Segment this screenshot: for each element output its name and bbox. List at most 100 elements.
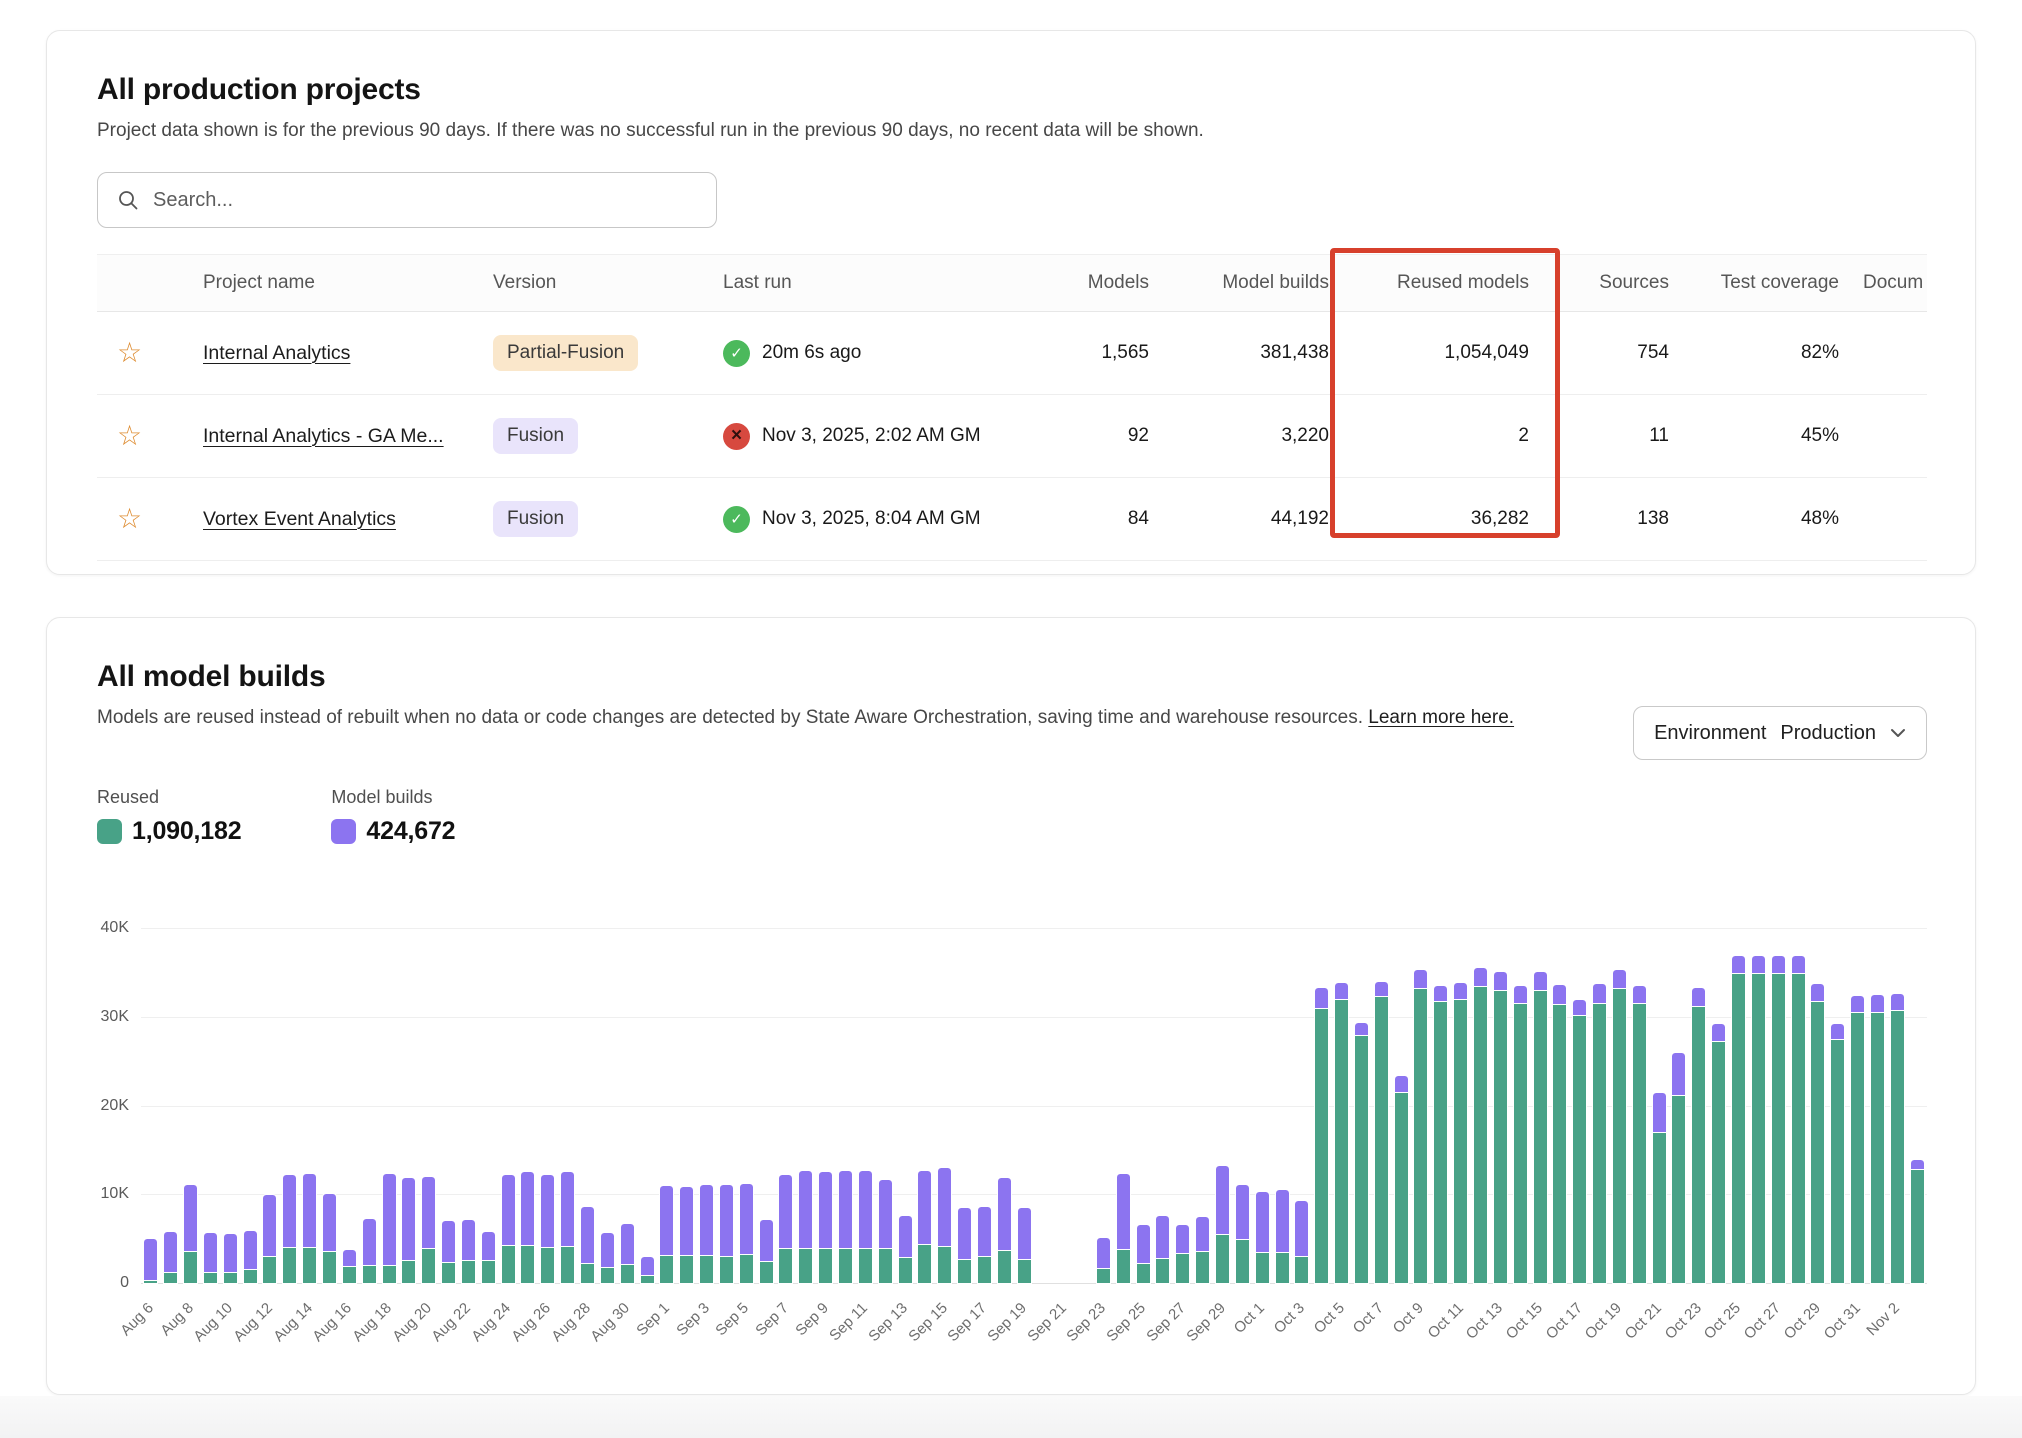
bar-builds-segment	[879, 1180, 892, 1248]
bar-reused-segment	[1811, 1001, 1824, 1283]
x-tick-label: Aug 26	[508, 1299, 554, 1345]
x-tick-label: Oct 31	[1820, 1299, 1863, 1342]
bar-builds-segment	[1871, 995, 1884, 1012]
bar-builds-segment	[1633, 986, 1646, 1003]
bar-reused-segment	[1712, 1041, 1725, 1283]
model-builds-cell: 3,220	[1161, 402, 1341, 470]
reused-cell: 2	[1341, 402, 1541, 470]
bar-reused-segment	[482, 1260, 495, 1283]
bar-reused-segment	[740, 1254, 753, 1283]
star-icon[interactable]: ☆	[117, 422, 142, 450]
bar-reused-segment	[383, 1265, 396, 1283]
bar-reused-segment	[1216, 1234, 1229, 1283]
project-search-box[interactable]	[97, 172, 717, 228]
x-tick-label: Oct 11	[1424, 1299, 1466, 1341]
bar-builds-segment	[1196, 1217, 1209, 1251]
bar-builds-segment	[1792, 956, 1805, 973]
bar-builds-segment	[383, 1174, 396, 1265]
project-link[interactable]: Vortex Event Analytics	[203, 508, 396, 530]
builds-card-subtitle: Models are reused instead of rebuilt whe…	[97, 707, 1597, 729]
bar-builds-segment	[1335, 983, 1348, 999]
bar-builds-segment	[1672, 1053, 1685, 1095]
col-test-coverage: Test coverage	[1681, 255, 1851, 311]
bar-builds-segment	[561, 1172, 574, 1246]
bar-builds-segment	[1692, 988, 1705, 1006]
x-tick-label: Sep 13	[865, 1299, 911, 1345]
bar-builds-segment	[1414, 970, 1427, 988]
x-tick-label: Aug 14	[270, 1299, 316, 1345]
bar-reused-segment	[303, 1247, 316, 1283]
bar-builds-segment	[621, 1224, 634, 1264]
model-builds-chart: 010K20K30K40K Aug 6Aug 8Aug 10Aug 12Aug …	[141, 928, 1927, 1367]
bar-reused-segment	[541, 1247, 554, 1283]
bar-builds-segment	[1732, 956, 1745, 973]
bar-builds-segment	[799, 1171, 812, 1248]
bar-reused-segment	[601, 1267, 614, 1283]
y-tick-label: 20K	[89, 1097, 129, 1115]
star-icon[interactable]: ☆	[117, 339, 142, 367]
bar-reused-segment	[1911, 1169, 1924, 1283]
col-project-name: Project name	[191, 255, 481, 311]
bar-builds-segment	[402, 1178, 415, 1260]
col-model-builds: Model builds	[1161, 255, 1341, 311]
x-tick-label: Oct 13	[1463, 1299, 1506, 1342]
projects-table-header: Project name Version Last run Models Mod…	[97, 254, 1927, 312]
legend-builds-label: Model builds	[331, 787, 455, 808]
bar-builds-segment	[1494, 972, 1507, 990]
bar-builds-segment	[164, 1232, 177, 1272]
bar-builds-segment	[740, 1184, 753, 1254]
environment-select[interactable]: Environment Production	[1633, 706, 1927, 760]
bar-reused-segment	[1633, 1003, 1646, 1283]
x-tick-label: Sep 3	[673, 1299, 713, 1339]
x-tick-label: Aug 30	[588, 1299, 634, 1345]
x-tick-label: Oct 7	[1350, 1299, 1387, 1336]
bar-reused-segment	[1514, 1003, 1527, 1283]
version-badge: Fusion	[493, 418, 578, 454]
bar-reused-segment	[1851, 1012, 1864, 1283]
bar-builds-segment	[1276, 1190, 1289, 1252]
bar-reused-segment	[641, 1275, 654, 1283]
bar-reused-segment	[1692, 1006, 1705, 1283]
bar-builds-segment	[1176, 1225, 1189, 1253]
bar-reused-segment	[760, 1261, 773, 1283]
bar-reused-segment	[502, 1245, 515, 1283]
bar-builds-segment	[482, 1232, 495, 1260]
bar-reused-segment	[1653, 1132, 1666, 1283]
bar-reused-segment	[1375, 996, 1388, 1283]
models-cell: 84	[1021, 485, 1161, 553]
star-icon[interactable]: ☆	[117, 505, 142, 533]
bar-reused-segment	[1315, 1008, 1328, 1283]
x-tick-label: Oct 25	[1701, 1299, 1744, 1342]
bar-builds-segment	[1018, 1208, 1031, 1259]
coverage-cell: 82%	[1681, 319, 1851, 387]
bar-builds-segment	[1613, 970, 1626, 988]
bar-builds-segment	[144, 1239, 157, 1281]
bar-builds-segment	[1097, 1238, 1110, 1268]
y-tick-label: 30K	[89, 1008, 129, 1026]
environment-value: Production	[1780, 722, 1876, 745]
y-tick-label: 40K	[89, 919, 129, 937]
learn-more-link[interactable]: Learn more here.	[1368, 707, 1514, 728]
gridline	[141, 1017, 1927, 1018]
x-tick-label: Sep 7	[752, 1299, 792, 1339]
bar-reused-segment	[1395, 1092, 1408, 1283]
legend-reused-swatch	[97, 819, 122, 844]
project-link[interactable]: Internal Analytics - GA Me...	[203, 425, 444, 447]
x-tick-label: Aug 28	[548, 1299, 594, 1345]
bar-reused-segment	[581, 1263, 594, 1283]
chevron-down-icon	[1890, 728, 1906, 738]
bar-reused-segment	[224, 1272, 237, 1284]
bar-builds-segment	[1355, 1023, 1368, 1035]
search-input[interactable]	[153, 189, 698, 212]
bar-reused-segment	[1335, 999, 1348, 1283]
sources-cell: 11	[1541, 402, 1681, 470]
x-tick-label: Sep 25	[1104, 1299, 1150, 1345]
bar-reused-segment	[1891, 1010, 1904, 1283]
bar-reused-segment	[1295, 1256, 1308, 1283]
bar-builds-segment	[1534, 972, 1547, 990]
bar-builds-segment	[462, 1220, 475, 1260]
projects-card-subtitle: Project data shown is for the previous 9…	[97, 120, 1925, 142]
bar-reused-segment	[1414, 988, 1427, 1284]
project-link[interactable]: Internal Analytics	[203, 342, 350, 364]
bar-builds-segment	[1911, 1160, 1924, 1170]
